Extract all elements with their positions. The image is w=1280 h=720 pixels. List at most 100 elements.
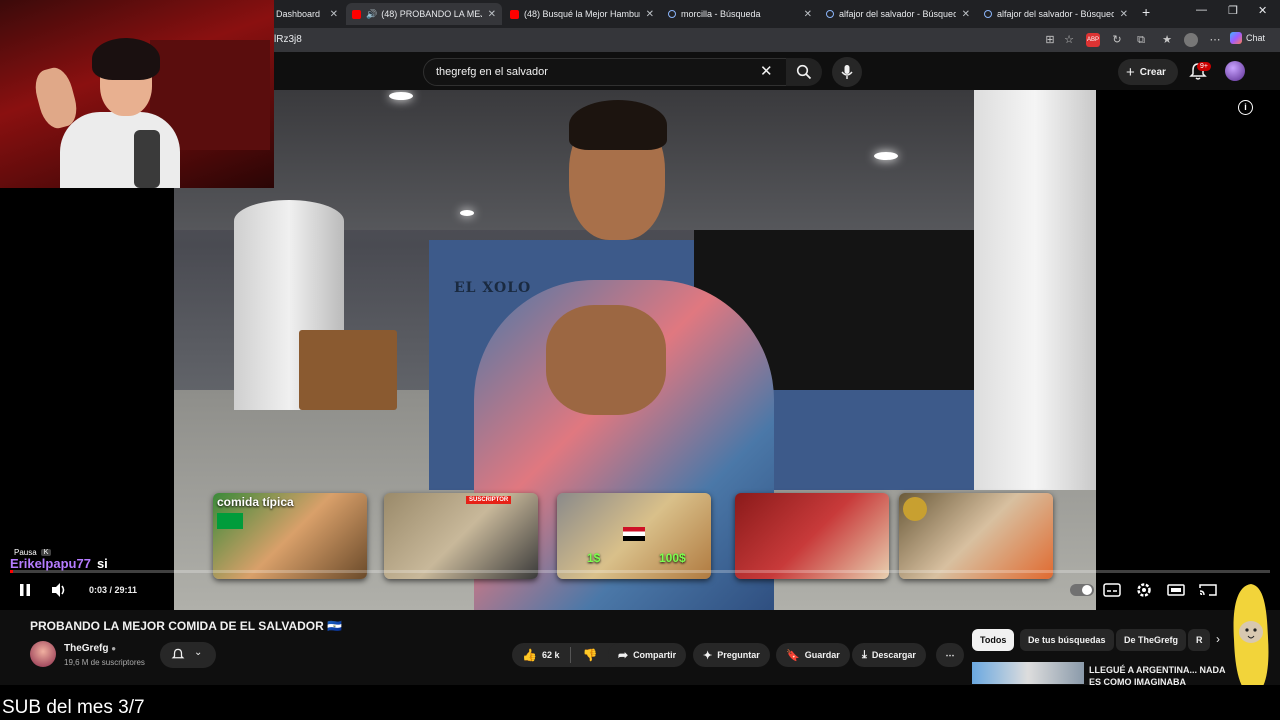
restaurant-sign: EL XOLO	[454, 280, 532, 296]
subtitles-icon[interactable]	[1103, 582, 1121, 598]
tab-search-alfajor-images[interactable]: alfajor del salvador - Búsqueda Im ✕	[978, 3, 1134, 25]
dislike-button[interactable]: 👎	[582, 648, 597, 662]
split-screen-icon[interactable]: ⧉	[1134, 33, 1148, 47]
plus-icon: +	[1126, 63, 1135, 81]
volume-icon[interactable]	[50, 582, 68, 598]
chip-de-thegrefg[interactable]: De TheGrefg	[1116, 629, 1187, 651]
progress-bar[interactable]	[10, 570, 1270, 573]
download-icon: ⤓	[862, 648, 867, 661]
voice-search-button[interactable]	[832, 57, 862, 87]
stream-chat-message: Erikelpapu77 si	[10, 556, 108, 571]
webcam-shirt	[60, 112, 180, 188]
like-button[interactable]: 👍 62 k	[522, 648, 559, 662]
url-field[interactable]: lRz3j8	[274, 34, 302, 45]
youtube-icon	[352, 9, 361, 19]
autoplay-toggle[interactable]	[1070, 584, 1094, 596]
search-icon	[826, 10, 834, 18]
close-tab-icon[interactable]: ✕	[646, 9, 654, 20]
end-card-1[interactable]: comida típica	[213, 493, 367, 579]
subscription-bell-button[interactable]: ⌄	[160, 642, 216, 668]
new-tab-button[interactable]: +	[1142, 4, 1150, 20]
close-tab-icon[interactable]: ✕	[488, 9, 496, 20]
scene-pillar	[974, 90, 1096, 490]
close-tab-icon[interactable]: ✕	[804, 9, 812, 20]
medal-icon	[903, 497, 927, 521]
more-horizontal-icon: ⋯	[945, 649, 955, 660]
pause-icon[interactable]	[18, 583, 32, 597]
search-icon	[984, 10, 992, 18]
tab-search-alfajor[interactable]: alfajor del salvador - Búsqueda ✕	[820, 3, 976, 25]
chat-username: Erikelpapu77	[10, 556, 91, 571]
close-tab-icon[interactable]: ✕	[1120, 9, 1128, 20]
end-card-tag: SUSCRIPTOR	[466, 496, 512, 504]
speaker-icon[interactable]: 🔊	[366, 9, 377, 20]
download-button[interactable]: ⤓ Descargar	[852, 643, 926, 667]
tab-title: (48) Busqué la Mejor Hamburgue	[524, 9, 640, 19]
account-avatar[interactable]	[1225, 61, 1245, 81]
search-input[interactable]: thegrefg en el salvador	[423, 58, 787, 86]
end-card-price-low: 1$	[587, 551, 601, 565]
presenter-hands	[546, 305, 666, 415]
thumbs-down-icon: 👎	[582, 648, 598, 662]
subscriber-count: 19,6 M de suscriptores	[64, 658, 145, 667]
info-icon[interactable]: i	[1238, 100, 1253, 115]
microphone-icon	[841, 65, 853, 79]
chip-de-tus-busquedas[interactable]: De tus búsquedas	[1020, 629, 1114, 651]
minimize-icon[interactable]: —	[1196, 4, 1207, 16]
clear-search-icon[interactable]: ✕	[760, 62, 773, 80]
refresh-extension-icon[interactable]: ↻	[1110, 33, 1124, 47]
share-button[interactable]: ➦ Compartir	[608, 643, 687, 667]
end-card-2[interactable]: SUSCRIPTOR	[384, 493, 538, 579]
create-button[interactable]: + Crear	[1118, 59, 1178, 85]
share-label: Compartir	[633, 650, 677, 660]
search-button[interactable]	[786, 58, 822, 86]
favorite-star-icon[interactable]: ☆	[1062, 33, 1076, 47]
favorites-icon[interactable]: ★	[1160, 33, 1174, 47]
cast-icon[interactable]	[1199, 582, 1217, 598]
chevron-right-icon[interactable]: ›	[1216, 632, 1220, 646]
copilot-chat-button[interactable]: Chat	[1230, 32, 1265, 44]
divider	[570, 647, 572, 663]
channel-name[interactable]: TheGrefg ●	[64, 643, 116, 654]
restore-icon[interactable]: ❐	[1228, 4, 1238, 17]
profile-icon[interactable]	[1184, 33, 1198, 47]
channel-avatar[interactable]	[30, 641, 56, 667]
settings-gear-icon[interactable]	[1135, 582, 1153, 598]
chevron-down-icon: ⌄	[194, 647, 203, 658]
more-actions-button[interactable]: ⋯	[936, 643, 964, 667]
end-card-price-high: 100$	[659, 551, 686, 565]
chip-todos[interactable]: Todos	[972, 629, 1015, 651]
stream-footer	[0, 685, 1280, 720]
end-card-label: comida típica	[217, 495, 294, 509]
theater-mode-icon[interactable]	[1167, 582, 1185, 598]
extension-icon[interactable]: ABP	[1086, 33, 1100, 47]
tab-title: alfajor del salvador - Búsqueda	[839, 9, 956, 19]
more-options-icon[interactable]: ⋯	[1208, 33, 1222, 47]
tab-title: Dashboard	[276, 9, 321, 19]
close-tab-icon[interactable]: ✕	[330, 9, 338, 20]
tab-search-morcilla[interactable]: morcilla - Búsqueda ✕	[662, 3, 818, 25]
end-card-5[interactable]	[899, 493, 1053, 579]
end-card-3[interactable]: 1$ 100$	[557, 493, 711, 579]
tab-dashboard[interactable]: Dashboard ✕	[270, 3, 344, 25]
recommended-video-thumbnail[interactable]	[972, 662, 1084, 684]
chip-more[interactable]: R	[1188, 629, 1210, 651]
close-tab-icon[interactable]: ✕	[962, 9, 970, 20]
end-card-4[interactable]	[735, 493, 889, 579]
tooltip-key: K	[40, 549, 52, 556]
tab-youtube-active[interactable]: 🔊 (48) PROBANDO LA MEJOR C ✕	[346, 3, 502, 25]
tab-youtube-hamburguesa[interactable]: (48) Busqué la Mejor Hamburgue ✕	[504, 3, 660, 25]
save-button[interactable]: 🔖 Guardar	[776, 643, 850, 667]
search-icon	[668, 10, 676, 18]
time-display: 0:03 / 29:11	[89, 585, 138, 595]
copilot-icon	[1230, 32, 1242, 44]
sparkle-icon: ✦	[703, 649, 713, 662]
verified-icon: ●	[111, 644, 117, 653]
close-window-icon[interactable]: ✕	[1258, 4, 1267, 17]
share-arrow-icon: ➦	[618, 648, 629, 662]
install-app-icon[interactable]: ⊞	[1043, 33, 1057, 47]
download-label: Descargar	[871, 650, 916, 660]
ceiling-light	[389, 92, 413, 100]
search-icon	[796, 64, 812, 80]
ask-button[interactable]: ✦ Preguntar	[693, 643, 770, 667]
